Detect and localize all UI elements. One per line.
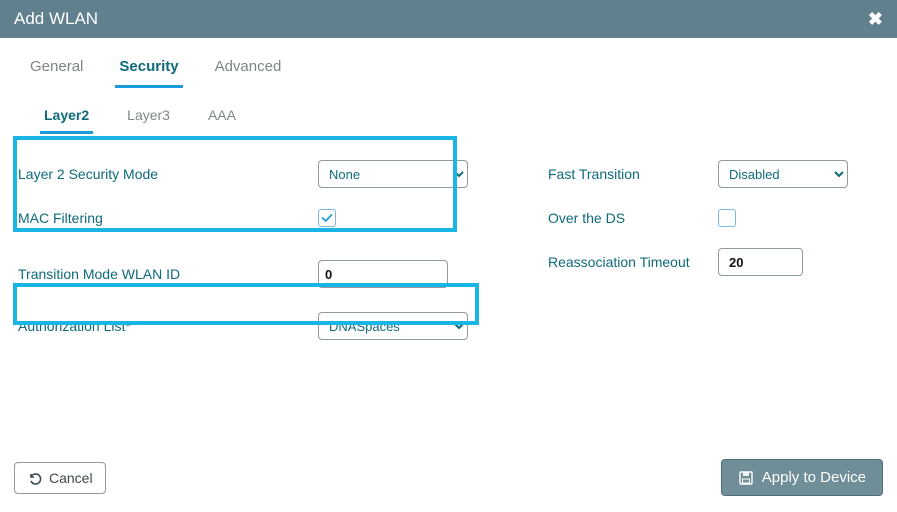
undo-icon xyxy=(27,470,43,486)
apply-button[interactable]: Apply to Device xyxy=(721,459,883,496)
save-icon xyxy=(738,470,754,486)
row-security-mode: Layer 2 Security Mode None xyxy=(18,152,468,196)
check-icon xyxy=(320,211,334,225)
row-fast-transition: Fast Transition Disabled xyxy=(548,152,883,196)
tab-advanced[interactable]: Advanced xyxy=(211,52,286,88)
primary-tabs: General Security Advanced xyxy=(14,38,883,89)
cancel-button[interactable]: Cancel xyxy=(14,462,106,494)
form-area: Layer 2 Security Mode None MAC Filtering… xyxy=(14,134,883,348)
titlebar: Add WLAN ✖ xyxy=(0,0,897,38)
cancel-label: Cancel xyxy=(49,470,93,486)
subtab-aaa[interactable]: AAA xyxy=(204,103,240,134)
input-reassoc[interactable] xyxy=(718,248,803,276)
form-col-right: Fast Transition Disabled Over the DS Rea… xyxy=(548,152,883,348)
dialog-content: General Security Advanced Layer2 Layer3 … xyxy=(0,38,897,348)
label-mac-filtering: MAC Filtering xyxy=(18,210,318,226)
label-reassoc: Reassociation Timeout xyxy=(548,254,718,270)
label-fast-transition: Fast Transition xyxy=(548,166,718,182)
tab-general[interactable]: General xyxy=(26,52,87,88)
form-col-left: Layer 2 Security Mode None MAC Filtering… xyxy=(18,152,468,348)
label-security-mode: Layer 2 Security Mode xyxy=(18,166,318,182)
select-fast-transition[interactable]: Disabled xyxy=(718,160,848,188)
label-over-ds: Over the DS xyxy=(548,210,718,226)
select-security-mode[interactable]: None xyxy=(318,160,468,188)
footer: Cancel Apply to Device xyxy=(0,449,897,512)
row-over-ds: Over the DS xyxy=(548,196,883,240)
row-auth-list: Authorization List* DNASpaces xyxy=(18,304,468,348)
subtab-layer2[interactable]: Layer2 xyxy=(40,103,93,134)
tab-security[interactable]: Security xyxy=(115,52,182,88)
label-auth-list: Authorization List* xyxy=(18,318,318,334)
row-reassoc: Reassociation Timeout xyxy=(548,240,883,284)
sub-tabs: Layer2 Layer3 AAA xyxy=(14,89,883,134)
checkbox-over-ds[interactable] xyxy=(718,209,736,227)
apply-label: Apply to Device xyxy=(762,469,866,486)
dialog-title: Add WLAN xyxy=(14,9,98,29)
close-icon[interactable]: ✖ xyxy=(868,9,883,30)
select-auth-list[interactable]: DNASpaces xyxy=(318,312,468,340)
label-transition-mode: Transition Mode WLAN ID xyxy=(18,266,318,282)
row-transition-mode: Transition Mode WLAN ID xyxy=(18,252,468,296)
checkbox-mac-filtering[interactable] xyxy=(318,209,336,227)
input-transition-mode[interactable] xyxy=(318,260,448,288)
row-mac-filtering: MAC Filtering xyxy=(18,196,468,240)
subtab-layer3[interactable]: Layer3 xyxy=(123,103,174,134)
